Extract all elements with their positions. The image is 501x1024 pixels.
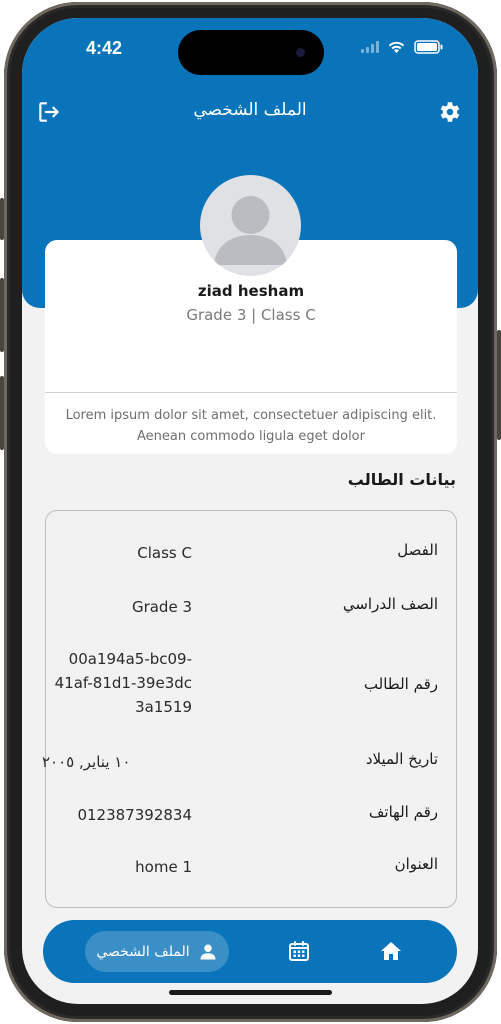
calendar-icon[interactable]: [287, 939, 311, 963]
nav-profile-label: الملف الشخصي: [96, 943, 190, 960]
student-info-card: الفصل Class C الصف الدراسي Grade 3 رقم ا…: [42, 510, 457, 908]
app-screen: 4:42 الملف الشخصي ziad hesham Grade 3 | …: [22, 18, 478, 1004]
info-value: ١٠ يناير, ٢٠٠٥: [42, 753, 131, 771]
status-icons: [361, 40, 444, 54]
section-title: بيانات الطالب: [347, 470, 456, 489]
student-id-line: 3a1519: [135, 698, 192, 716]
page-title: الملف الشخصي: [193, 100, 307, 120]
wifi-icon: [388, 41, 405, 53]
student-name: ziad hesham: [197, 282, 305, 300]
info-label: الصف الدراسي: [342, 595, 438, 613]
info-value: Grade 3: [131, 598, 192, 616]
info-label: العنوان: [394, 855, 438, 873]
top-bar: الملف الشخصي: [22, 96, 478, 126]
info-value: Class C: [137, 544, 192, 562]
divider: [45, 392, 457, 393]
signal-icon: [361, 41, 379, 53]
home-icon[interactable]: [379, 939, 403, 963]
side-button: [0, 376, 4, 450]
info-label: رقم الهاتف: [368, 803, 438, 821]
person-icon: [200, 944, 216, 959]
battery-icon: [414, 40, 443, 54]
info-value: 012387392834: [77, 806, 192, 824]
student-id-line: 41af-81d1-39e3dc: [54, 674, 192, 692]
info-label: الفصل: [397, 541, 438, 559]
side-button: [0, 198, 4, 240]
nav-profile-tab[interactable]: الملف الشخصي: [85, 931, 229, 972]
bottom-nav: الملف الشخصي: [43, 920, 457, 983]
side-button: [497, 330, 501, 440]
info-label: رقم الطالب: [363, 675, 438, 693]
dynamic-island: [178, 30, 324, 75]
bio-line: Lorem ipsum dolor sit amet, consectetuer…: [65, 408, 437, 423]
avatar[interactable]: [200, 175, 301, 276]
camera-dot: [296, 48, 305, 57]
bio-line: Aenean commodo ligula eget dolor: [137, 429, 365, 444]
student-grade-class: Grade 3 | Class C: [186, 306, 316, 324]
status-time: 4:42: [86, 38, 123, 58]
home-indicator: [169, 990, 332, 995]
student-bio: Lorem ipsum dolor sit amet, consectetuer…: [55, 405, 447, 447]
person-placeholder-icon: [214, 196, 287, 265]
student-id-line: 00a194a5-bc09-: [68, 650, 192, 668]
gear-icon[interactable]: [436, 99, 462, 125]
info-label: تاريخ الميلاد: [365, 750, 438, 768]
info-value: home 1: [135, 858, 192, 876]
side-button: [0, 278, 4, 352]
info-value: 00a194a5-bc09- 41af-81d1-39e3dc 3a1519: [42, 647, 192, 719]
